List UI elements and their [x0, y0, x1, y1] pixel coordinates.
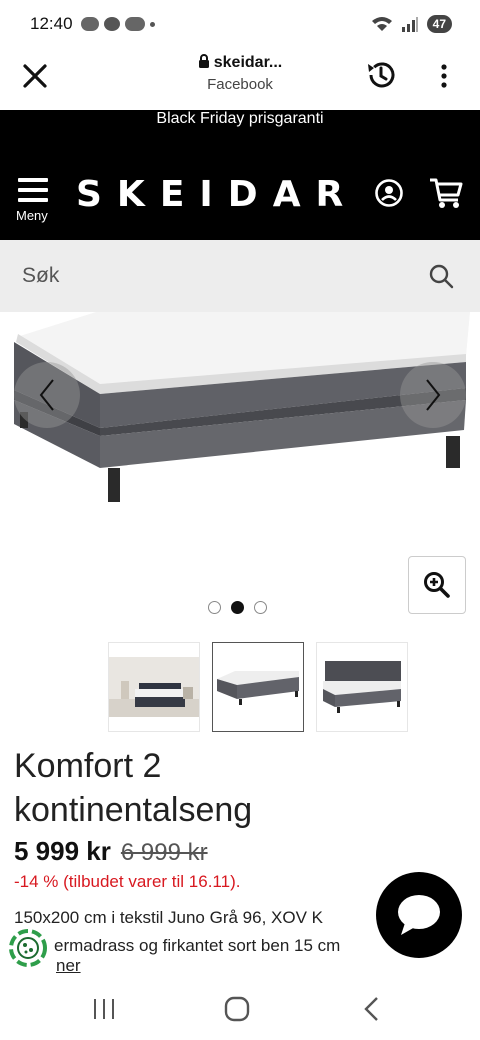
- signal-icon: [401, 17, 418, 32]
- gallery-dot[interactable]: [208, 601, 221, 614]
- chat-icon: [398, 895, 440, 935]
- thumbnail-headboard[interactable]: [316, 642, 408, 732]
- gallery-dot[interactable]: [254, 601, 267, 614]
- account-icon[interactable]: [374, 178, 404, 208]
- browser-toolbar: skeidar... Facebook: [0, 48, 480, 110]
- search-input[interactable]: [0, 240, 480, 312]
- read-more-link[interactable]: ner: [56, 956, 81, 976]
- site-header: Meny SKEIDAR: [0, 130, 480, 240]
- thumbnail-image: [323, 661, 401, 713]
- history-icon[interactable]: [364, 58, 398, 92]
- price-row: 5 999 kr 6 999 kr: [14, 836, 208, 867]
- thumbnail-image: [217, 671, 299, 705]
- cookie-icon[interactable]: [8, 928, 48, 968]
- recents-icon[interactable]: [92, 998, 116, 1020]
- status-time: 12:40: [30, 14, 73, 33]
- chevron-right-icon: [426, 379, 441, 411]
- gallery-next-button[interactable]: [400, 362, 466, 428]
- description-line-1: 150x200 cm i tekstil Juno Grå 96, XOV K: [14, 908, 323, 927]
- cart-icon[interactable]: [428, 176, 464, 210]
- chat-button[interactable]: [376, 872, 462, 958]
- thumbnail-bed[interactable]: [212, 642, 304, 732]
- product-gallery: [0, 312, 480, 642]
- discount-text: -14 % (tilbudet varer til 16.11).: [14, 872, 241, 891]
- old-price: 6 999 kr: [120, 839, 208, 866]
- close-icon[interactable]: [20, 61, 50, 91]
- product-title: Komfort 2 kontinentalseng: [14, 747, 253, 829]
- thumbnail-image: [109, 657, 199, 717]
- gallery-prev-button[interactable]: [14, 362, 80, 428]
- system-nav-bar: [0, 984, 480, 1040]
- gallery-dot-active[interactable]: [231, 601, 244, 614]
- back-icon[interactable]: [362, 996, 382, 1022]
- url-source: Facebook: [207, 76, 273, 93]
- zoom-in-icon: [424, 572, 450, 598]
- gallery-dots: [208, 601, 267, 614]
- notification-icons: [80, 17, 155, 31]
- thumbnail-strip: [108, 642, 408, 732]
- zoom-button[interactable]: [408, 556, 466, 614]
- status-bar: 12:40 47: [0, 0, 480, 48]
- promo-banner[interactable]: Black Friday prisgaranti: [0, 110, 480, 130]
- chevron-left-icon: [39, 379, 54, 411]
- search-bar: [0, 240, 480, 312]
- battery-indicator: 47: [426, 15, 452, 33]
- url-domain: skeidar...: [213, 54, 283, 71]
- home-icon[interactable]: [224, 996, 252, 1022]
- wifi-icon: [371, 17, 392, 31]
- menu-label: Meny: [16, 208, 48, 223]
- lock-icon: [198, 54, 209, 68]
- more-vert-icon[interactable]: [436, 62, 452, 90]
- product-description: 150x200 cm i tekstil Juno Grå 96, XOV K …: [14, 904, 394, 960]
- thumbnail-room[interactable]: [108, 642, 200, 732]
- url-box[interactable]: skeidar... Facebook: [150, 54, 330, 93]
- site-logo[interactable]: SKEIDAR: [76, 174, 358, 215]
- search-icon[interactable]: [428, 263, 454, 289]
- current-price: 5 999 kr: [14, 836, 111, 866]
- menu-button[interactable]: Meny: [16, 178, 52, 224]
- menu-icon: [16, 178, 52, 202]
